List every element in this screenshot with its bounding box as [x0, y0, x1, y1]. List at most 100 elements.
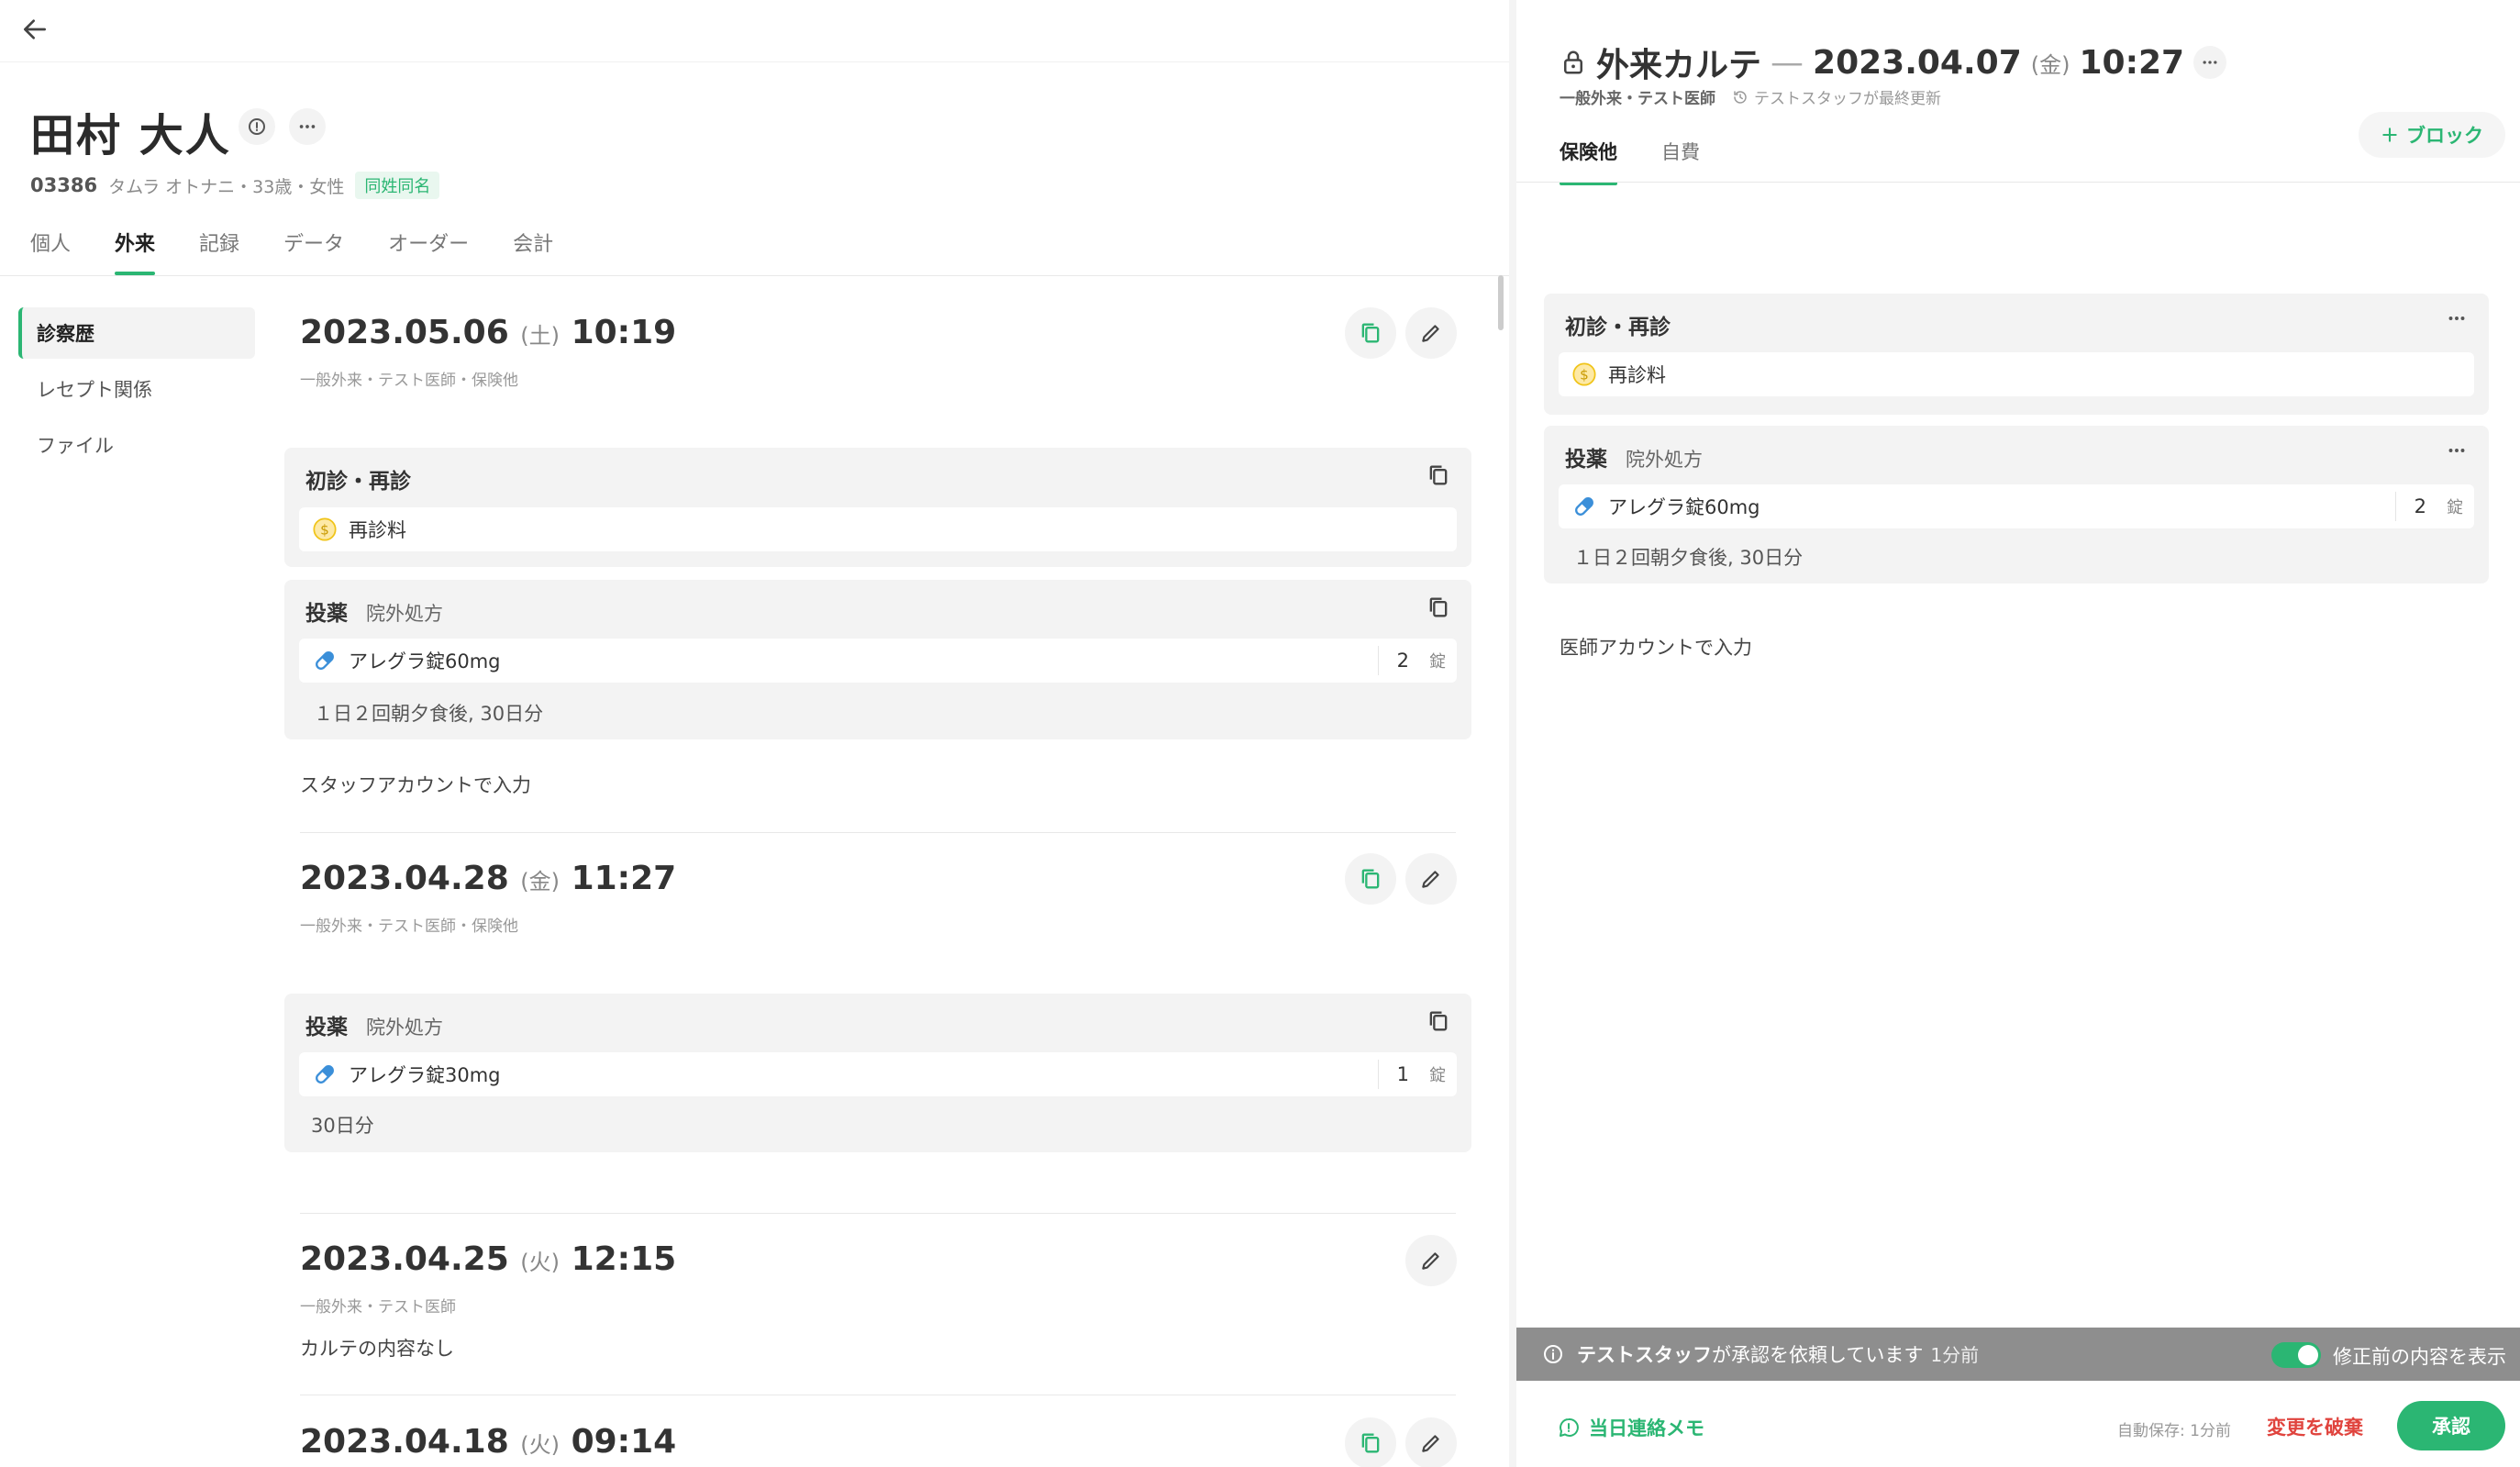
block-title: 初診・再診: [305, 470, 411, 494]
item-quantity: 2: [1377, 646, 1409, 675]
editor-footer: 当日連絡メモ 自動保存: 1分前 変更を破棄 承認: [1516, 1381, 2520, 1467]
approve-button[interactable]: 承認: [2397, 1401, 2505, 1450]
list-item[interactable]: アレグラ錠60mg 2 錠: [1559, 484, 2474, 528]
block-title: 投薬 院外処方: [1565, 441, 1703, 472]
patient-more-button[interactable]: [289, 108, 326, 145]
show-original-label: 修正前の内容を表示: [2333, 1346, 2506, 1368]
list-item[interactable]: $ 再診料: [1559, 352, 2474, 396]
nav-receipt[interactable]: レセプト関係: [18, 363, 255, 415]
tabs-divider: [0, 275, 1509, 276]
record-editor-pane: 外来カルテ — 2023.04.07 (金) 10:27 一般外来・テスト医師 …: [1516, 0, 2520, 1467]
back-button[interactable]: [17, 11, 53, 48]
visit-meta: 一般外来・テスト医師・保険他: [300, 372, 518, 390]
patient-alert-button[interactable]: [239, 108, 275, 145]
item-name: 再診料: [1608, 364, 1666, 386]
item-unit: 錠: [1429, 1066, 1446, 1085]
plus-icon: [2382, 128, 2397, 142]
patient-info: 03386 タムラ オトナニ・33歳・女性 同姓同名: [30, 172, 440, 199]
daily-memo-button[interactable]: 当日連絡メモ: [1558, 1414, 1704, 1441]
copy-visit-button[interactable]: [1345, 307, 1396, 359]
pill-icon: [1571, 494, 1597, 519]
visit-dow: (火): [520, 1250, 561, 1275]
copy-block-button[interactable]: [1426, 462, 1451, 488]
add-block-button[interactable]: ブロック: [2359, 112, 2505, 158]
block-initial-revisit: 初診・再診 $ 再診料: [1544, 294, 2489, 415]
record-dow: (金): [2030, 51, 2070, 78]
tab-outpatient[interactable]: 外来: [115, 228, 156, 275]
history-icon: [1734, 90, 1747, 104]
tab-data[interactable]: データ: [283, 228, 344, 275]
record-more-button[interactable]: [2193, 46, 2227, 79]
nav-visit-history[interactable]: 診察歴: [18, 307, 255, 359]
last-updated: テストスタッフが最終更新: [1732, 85, 1941, 108]
edit-visit-button[interactable]: [1405, 1235, 1457, 1286]
visit-time: 12:15: [571, 1240, 677, 1278]
autosave-status: 自動保存: 1分前: [2117, 1422, 2231, 1440]
daily-memo-label: 当日連絡メモ: [1589, 1417, 1704, 1439]
tab-insurance[interactable]: 保険他: [1560, 138, 1617, 185]
block-medication: 投薬 院外処方 アレグラ錠60mg 2 錠 １日２回朝夕食後, 30日分: [284, 580, 1471, 739]
dosage-note: 30日分: [311, 1115, 374, 1137]
dosage-note: １日２回朝夕食後, 30日分: [314, 703, 544, 725]
tab-personal[interactable]: 個人: [30, 228, 71, 275]
block-title-text: 投薬: [1565, 448, 1607, 472]
show-original-toggle[interactable]: [2271, 1342, 2321, 1368]
tab-billing[interactable]: 会計: [513, 228, 553, 275]
block-medication: 投薬 院外処方 アレグラ錠60mg 2 錠 １日２回朝夕食後, 30日分: [1544, 426, 2489, 583]
copy-icon: [1361, 869, 1380, 889]
copy-visit-button[interactable]: [1345, 1417, 1396, 1467]
copy-block-button[interactable]: [1426, 595, 1451, 620]
block-medication: 投薬 院外処方 アレグラ錠30mg 1 錠 30日分: [284, 994, 1471, 1152]
visit-date: 2023.04.28 (金) 11:27: [300, 860, 676, 897]
svg-text:$: $: [1580, 366, 1589, 383]
edit-visit-button[interactable]: [1405, 1417, 1457, 1467]
pencil-icon: [1422, 1435, 1439, 1452]
edit-visit-button[interactable]: [1405, 307, 1457, 359]
nav-files[interactable]: ファイル: [18, 419, 255, 471]
patient-name: 田村 大人: [30, 110, 231, 161]
visit-dow: (土): [520, 323, 561, 349]
item-name: アレグラ錠60mg: [349, 650, 501, 672]
visit-date-value: 2023.04.28: [300, 860, 509, 897]
entry-note: スタッフアカウントで入力: [300, 774, 531, 796]
last-updated-text: テストスタッフが最終更新: [1754, 90, 1941, 108]
block-more-button[interactable]: [2445, 439, 2469, 462]
side-nav: 診察歴 レセプト関係 ファイル: [18, 307, 255, 475]
tab-self-pay[interactable]: 自費: [1661, 138, 1700, 185]
block-title: 初診・再診: [1565, 316, 1671, 339]
more-horizontal-icon: [2203, 61, 2217, 64]
empty-record-note: カルテの内容なし: [300, 1338, 454, 1360]
block-subtitle: 院外処方: [1626, 449, 1703, 471]
tab-records[interactable]: 記録: [199, 228, 239, 275]
pane-divider[interactable]: [1509, 0, 1516, 1467]
block-title: 投薬 院外処方: [305, 595, 443, 627]
item-unit: 錠: [2447, 498, 2463, 517]
visit-divider: [300, 832, 1456, 833]
tabs-divider: [1516, 182, 2520, 183]
record-title: 外来カルテ — 2023.04.07 (金) 10:27: [1560, 39, 2227, 86]
visit-dow: (火): [520, 1432, 561, 1458]
add-block-label: ブロック: [2406, 125, 2483, 147]
item-quantity[interactable]: 2: [2394, 492, 2426, 521]
list-item[interactable]: アレグラ錠30mg 1 錠: [299, 1052, 1457, 1096]
approval-time-ago: 1分前: [1930, 1344, 1980, 1366]
coin-icon: $: [1571, 361, 1597, 387]
visit-time: 09:14: [571, 1423, 677, 1461]
scrollbar-thumb[interactable]: [1498, 275, 1504, 330]
more-horizontal-icon: [2448, 449, 2465, 452]
copy-block-button[interactable]: [1426, 1008, 1451, 1034]
list-item[interactable]: $ 再診料: [299, 507, 1457, 551]
tab-orders[interactable]: オーダー: [388, 228, 469, 275]
discard-changes-button[interactable]: 変更を破棄: [2267, 1413, 2363, 1440]
more-horizontal-icon: [2448, 317, 2465, 320]
block-subtitle: 院外処方: [366, 1017, 443, 1039]
visit-meta: 一般外来・テスト医師: [300, 1298, 456, 1317]
item-name: アレグラ錠60mg: [1608, 496, 1760, 518]
same-name-badge[interactable]: 同姓同名: [355, 172, 440, 199]
edit-visit-button[interactable]: [1405, 853, 1457, 905]
info-icon: [1544, 1345, 1562, 1363]
patient-pane: 田村 大人 03386 タムラ オトナニ・33歳・女性 同姓同名 個人 外来 記…: [0, 0, 1509, 1467]
copy-visit-button[interactable]: [1345, 853, 1396, 905]
block-more-button[interactable]: [2445, 306, 2469, 330]
list-item[interactable]: アレグラ錠60mg 2 錠: [299, 639, 1457, 683]
